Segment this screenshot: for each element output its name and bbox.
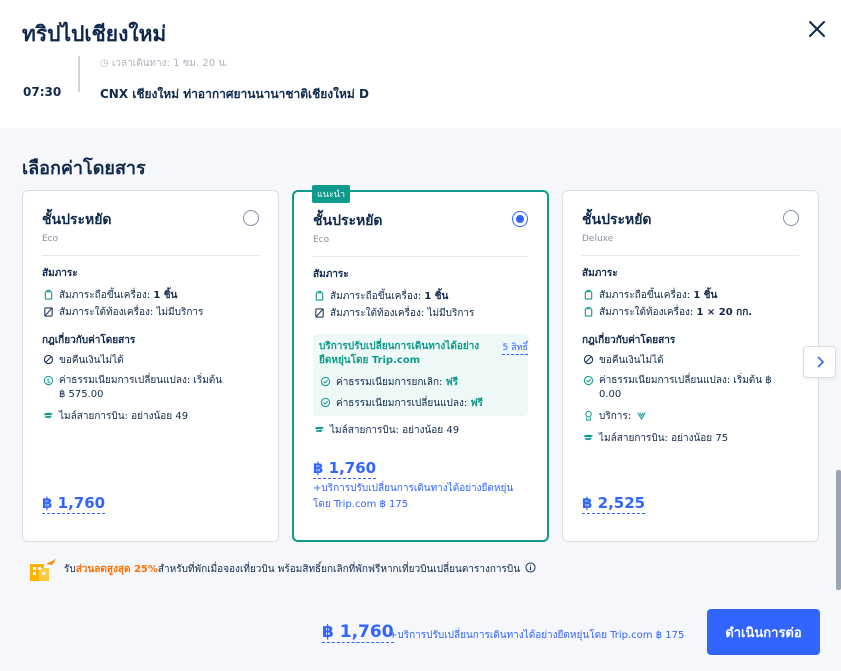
change-fee-row: ค่าธรรมเนียมการเปลี่ยนแปลง: ฟรี <box>319 396 528 411</box>
continue-button[interactable]: ดำเนินการต่อ <box>707 609 820 655</box>
fare-price: ฿ 2,525 <box>582 494 646 514</box>
divider <box>313 256 528 257</box>
total-price: ฿ 1,760 <box>322 622 394 643</box>
fare-radio-selected[interactable] <box>512 211 528 227</box>
fare-class: Deluxe <box>582 234 614 244</box>
cancel-fee-row: ค่าธรรมเนียมการยกเลิก: ฟรี <box>319 375 528 390</box>
flex-service-title: บริการปรับเปลี่ยนการเดินทางได้อย่างยืดหย… <box>319 341 480 366</box>
divider <box>582 255 799 256</box>
check-circle-icon <box>319 375 331 387</box>
section-title: เลือกค่าโดยสาร <box>22 158 146 179</box>
scrollbar-thumb[interactable] <box>836 470 841 590</box>
carry-on-bag-icon <box>582 288 594 300</box>
meal-service-icon <box>635 409 647 421</box>
miles-row: ไมล์สายการบิน: อย่างน้อย 49 <box>313 423 528 438</box>
carry-on-row: สัมภาระถือขึ้นเครื่อง: 1 ชิ้น <box>42 288 259 303</box>
fare-class: Eco <box>42 234 59 244</box>
fare-rules-label: กฎเกี่ยวกับค่าโดยสาร <box>582 335 676 346</box>
svg-text:$: $ <box>46 376 50 384</box>
checked-bag-row: สัมภาระใต้ท้องเครื่อง: ไม่มีบริการ <box>42 305 259 320</box>
total-addon-note: +บริการปรับเปลี่ยนการเดินทางได้อย่างยืดห… <box>389 630 685 641</box>
miles-wing-icon <box>42 409 54 421</box>
change-fee-row: ค่าธรรมเนียมการเปลี่ยนแปลง: เริ่มต้น ฿ 0… <box>582 374 799 402</box>
fare-radio[interactable] <box>783 210 799 226</box>
fare-name: ชั้นประหยัด <box>582 212 652 228</box>
arrival-time: 07:30 <box>23 85 62 99</box>
divider <box>42 255 259 256</box>
clock-icon: ◷ <box>100 58 112 69</box>
service-row: บริการ: <box>582 409 799 424</box>
modal-header: ทริปไปเชียงใหม่ ◷ เวลาเดินทาง: 1 ชม. 20 … <box>0 0 841 128</box>
page-title: ทริปไปเชียงใหม่ <box>22 22 167 46</box>
fare-card-deluxe[interactable]: ชั้นประหยัด Deluxe สัมภาระ สัมภาระถือขึ้… <box>562 190 819 542</box>
flex-service-box: บริการปรับเปลี่ยนการเดินทางได้อย่างยืดหย… <box>313 334 528 416</box>
check-circle-icon <box>582 374 594 386</box>
miles-row: ไมล์สายการบิน: อย่างน้อย 49 <box>42 409 259 424</box>
checked-bag-row: สัมภาระใต้ท้องเครื่อง: ไม่มีบริการ <box>313 306 528 321</box>
seat-service-icon <box>582 409 594 421</box>
miles-wing-icon <box>313 423 325 435</box>
no-refund-icon <box>42 353 54 365</box>
no-refund-icon <box>582 353 594 365</box>
fare-card-eco-recommended[interactable]: แนะนำ ชั้นประหยัด Eco สัมภาระ สัมภาระถือ… <box>292 185 549 542</box>
miles-wing-icon <box>582 431 594 443</box>
baggage-label: สัมภาระ <box>42 268 78 279</box>
baggage-label: สัมภาระ <box>313 269 349 280</box>
fare-rules-label: กฎเกี่ยวกับค่าโดยสาร <box>42 335 136 346</box>
checked-bag-icon <box>582 305 594 317</box>
flex-benefits-link[interactable]: 5 สิทธิ์ <box>502 340 528 355</box>
carry-on-row: สัมภาระถือขึ้นเครื่อง: 1 ชิ้น <box>582 288 799 303</box>
flex-addon-note: +บริการปรับเปลี่ยนการเดินทางได้อย่างยืดห… <box>313 483 514 510</box>
hotel-promo-banner: รับ ส่วนลดสูงสุด 25% สำหรับที่พักเมื่อจอง… <box>28 556 536 582</box>
info-icon[interactable] <box>525 562 536 576</box>
chevron-right-icon <box>816 356 824 368</box>
fare-class: Eco <box>313 235 330 245</box>
fare-price: ฿ 1,760 <box>42 494 106 514</box>
carry-on-bag-icon <box>313 289 325 301</box>
flight-duration: ◷ เวลาเดินทาง: 1 ชม. 20 น. <box>100 58 229 69</box>
fare-name: ชั้นประหยัด <box>42 212 112 228</box>
timeline-line <box>78 56 80 92</box>
fare-name: ชั้นประหยัด <box>313 213 383 229</box>
checked-bag-row: สัมภาระใต้ท้องเครื่อง: 1 × 20 กก. <box>582 305 799 320</box>
check-circle-icon <box>319 396 331 408</box>
no-checked-bag-icon <box>313 306 325 318</box>
next-fares-button[interactable] <box>803 346 836 378</box>
fare-card-eco-1[interactable]: ชั้นประหยัด Eco สัมภาระ สัมภาระถือขึ้นเค… <box>22 190 279 542</box>
carry-on-row: สัมภาระถือขึ้นเครื่อง: 1 ชิ้น <box>313 289 528 304</box>
hotel-building-icon <box>30 559 56 581</box>
money-icon: $ <box>42 374 54 386</box>
no-checked-bag-icon <box>42 305 54 317</box>
carry-on-bag-icon <box>42 288 54 300</box>
baggage-label: สัมภาระ <box>582 268 618 279</box>
fare-price: ฿ 1,760 <box>313 459 377 479</box>
close-icon[interactable] <box>806 18 828 40</box>
fare-radio[interactable] <box>243 210 259 226</box>
miles-row: ไมล์สายการบิน: อย่างน้อย 75 <box>582 431 799 446</box>
change-fee-row: $ ค่าธรรมเนียมการเปลี่ยนแปลง: เริ่มต้น ฿… <box>42 374 259 402</box>
refund-row: ขอคืนเงินไม่ได้ <box>582 353 799 368</box>
refund-row: ขอคืนเงินไม่ได้ <box>42 353 259 368</box>
arrival-airport: CNX เชียงใหม่ ท่าอากาศยานนานาชาติเชียงให… <box>100 87 369 101</box>
